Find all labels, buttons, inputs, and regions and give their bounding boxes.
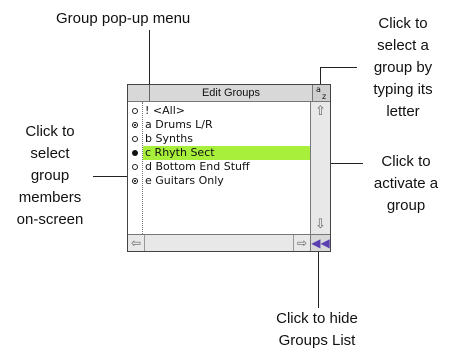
callout-group-popup: Group pop-up menu bbox=[56, 8, 190, 30]
group-select-dot[interactable] bbox=[132, 136, 138, 142]
arrow-left-icon[interactable]: ⇦ bbox=[128, 235, 145, 251]
callout-line: group bbox=[386, 197, 426, 214]
vertical-scrollbar[interactable]: ⇧ ⇩ bbox=[310, 102, 330, 234]
group-label: ! <All> bbox=[145, 104, 185, 117]
callout-line: Click to bbox=[381, 153, 431, 170]
hide-groups-list-button[interactable]: ◀◀ bbox=[310, 234, 330, 251]
arrow-right-icon[interactable]: ⇨ bbox=[293, 235, 310, 251]
group-row-active[interactable]: c Rhyth Sect bbox=[143, 146, 310, 160]
group-select-dot[interactable] bbox=[132, 164, 138, 170]
group-label: e Guitars Only bbox=[145, 174, 224, 187]
groups-list: ! <All> a Drums L/R b Synths c Rhyth Sec… bbox=[143, 102, 310, 234]
group-label: c Rhyth Sect bbox=[145, 146, 215, 159]
leader-line bbox=[318, 252, 319, 308]
group-row[interactable]: a Drums L/R bbox=[143, 118, 310, 132]
group-label: a Drums L/R bbox=[145, 118, 213, 131]
edit-groups-panel: Edit Groups a z ! <All> a Drums L/R b Sy… bbox=[127, 84, 331, 252]
group-popup-menu[interactable]: Edit Groups bbox=[128, 85, 312, 102]
panel-title: Edit Groups bbox=[201, 87, 261, 99]
sort-letter-bottom: z bbox=[322, 92, 327, 101]
group-row[interactable]: e Guitars Only bbox=[143, 174, 310, 188]
callout-line: group bbox=[30, 167, 70, 184]
arrow-up-icon[interactable]: ⇧ bbox=[311, 103, 330, 119]
callout-line: Click to bbox=[378, 15, 428, 32]
double-arrow-left-icon: ◀◀ bbox=[311, 236, 330, 250]
arrow-down-icon[interactable]: ⇩ bbox=[311, 216, 330, 232]
group-row[interactable]: d Bottom End Stuff bbox=[143, 160, 310, 174]
callout-line: select a bbox=[377, 37, 429, 54]
leader-line bbox=[149, 30, 150, 86]
callout-line: Click to bbox=[25, 123, 75, 140]
callout-select-members: Click to select group members on-screen bbox=[8, 121, 92, 231]
callout-line: letter bbox=[386, 103, 420, 120]
group-select-dot[interactable] bbox=[132, 150, 138, 156]
callout-line: members bbox=[18, 189, 82, 206]
horizontal-scrollbar[interactable]: ⇦ ⇨ bbox=[128, 234, 310, 251]
callout-line: Groups List bbox=[278, 332, 356, 349]
callout-hide-list: Click to hide Groups List bbox=[260, 308, 374, 352]
sort-letter-top: a bbox=[316, 85, 321, 94]
callout-line: group by bbox=[373, 59, 433, 76]
group-label: b Synths bbox=[145, 132, 193, 145]
group-row[interactable]: ! <All> bbox=[143, 104, 310, 118]
group-select-dot[interactable] bbox=[132, 122, 138, 128]
callout-line: Click to hide bbox=[276, 310, 358, 327]
callout-activate-group: Click to activate a group bbox=[362, 151, 450, 217]
callout-line: activate a bbox=[373, 175, 439, 192]
callout-select-by-letter: Click to select a group by typing its le… bbox=[360, 13, 446, 123]
group-select-dot[interactable] bbox=[132, 108, 138, 114]
callout-line: on-screen bbox=[16, 211, 84, 228]
callout-group-popup-text: Group pop-up menu bbox=[56, 10, 191, 27]
select-by-letter-button[interactable]: a z bbox=[312, 85, 330, 102]
callout-line: select bbox=[30, 145, 70, 162]
group-select-dot[interactable] bbox=[132, 178, 138, 184]
group-label: d Bottom End Stuff bbox=[145, 160, 250, 173]
callout-line: typing its bbox=[373, 81, 433, 98]
group-row[interactable]: b Synths bbox=[143, 132, 310, 146]
leader-line bbox=[320, 67, 357, 68]
